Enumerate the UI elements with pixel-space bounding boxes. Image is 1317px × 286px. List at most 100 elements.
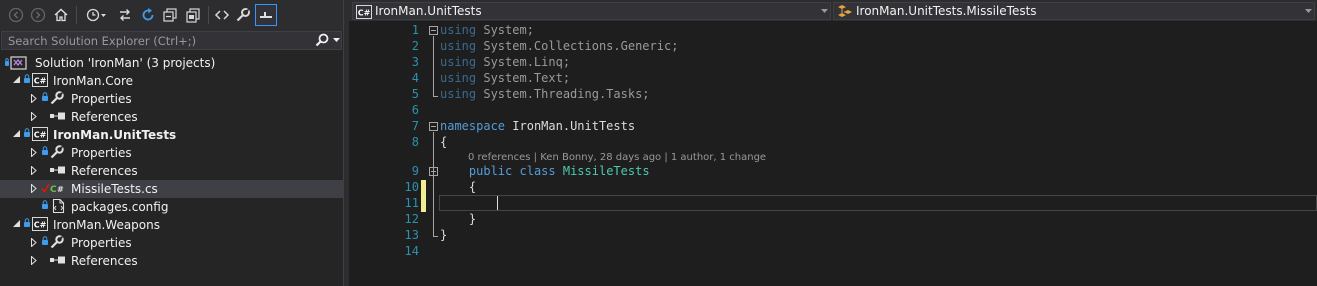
text-caret [497, 196, 498, 210]
project-label: IronMan.Weapons [53, 218, 160, 232]
tree-item-packages-config[interactable]: packages.config [0, 198, 343, 216]
line-number: 8 [411, 135, 419, 149]
back-button[interactable] [7, 4, 25, 26]
collapse-namespace-toggle[interactable] [429, 122, 438, 131]
navigation-bar: C# IronMan.UnitTests IronMan.UnitTests.M… [349, 0, 1317, 21]
line-number: 7 [411, 119, 419, 133]
line-number: 6 [411, 103, 419, 117]
csharp-project-icon: C# [32, 217, 48, 231]
pending-changes-filter-button[interactable] [84, 4, 108, 26]
tree-item-properties[interactable]: Properties [0, 234, 343, 252]
code-line: using System.Text; [440, 71, 570, 85]
svg-text:C#: C# [34, 131, 47, 140]
lock-icon [42, 92, 48, 101]
forward-button[interactable] [29, 4, 47, 26]
collapse-all-icon [163, 8, 177, 22]
sync-with-active-document-button[interactable] [116, 4, 134, 26]
tree-item-project-unittests[interactable]: C# IronMan.UnitTests [0, 126, 343, 144]
codelens-indicator[interactable]: 0 references | Ken Bonny, 28 days ago | … [468, 152, 766, 163]
references-icon [50, 166, 65, 174]
outline-guide-end [433, 96, 438, 97]
code-line: public class MissileTests [440, 164, 650, 178]
line-number: 14 [404, 244, 419, 258]
collapsed-chevron-icon[interactable] [31, 256, 37, 265]
line-number: 9 [411, 164, 419, 178]
tree-item-references[interactable]: References [0, 162, 343, 180]
lock-icon [42, 200, 48, 209]
solution-label: Solution 'IronMan' (3 projects) [35, 56, 216, 70]
collapsed-chevron-icon[interactable] [31, 112, 37, 121]
refresh-button[interactable] [139, 4, 157, 26]
properties-label: Properties [71, 92, 132, 106]
lock-icon [42, 236, 48, 245]
tree-item-references[interactable]: References [0, 108, 343, 126]
tree-item-missiletests-file[interactable]: C # MissileTests.cs [0, 180, 343, 198]
collapsed-chevron-icon[interactable] [31, 94, 37, 103]
unsaved-change-marker [421, 180, 426, 212]
search-input[interactable] [2, 32, 302, 49]
line-number: 5 [411, 87, 419, 101]
references-icon [50, 112, 65, 120]
search-options-dropdown-icon[interactable] [333, 38, 340, 43]
collapsed-chevron-icon[interactable] [31, 184, 37, 193]
keyword: class [519, 164, 556, 178]
show-all-files-button[interactable] [184, 4, 202, 26]
line-number: 4 [411, 71, 419, 85]
home-icon [54, 8, 68, 22]
tree-item-project-core[interactable]: C# IronMan.Core [0, 72, 343, 90]
code-editor: C# IronMan.UnitTests IronMan.UnitTests.M… [349, 0, 1317, 286]
class-name: MissileTests [562, 164, 650, 178]
expanded-chevron-icon[interactable] [13, 130, 20, 137]
expanded-chevron-icon[interactable] [13, 76, 20, 83]
outline-guide-end [433, 236, 438, 237]
config-file-icon [52, 198, 65, 214]
collapse-all-button[interactable] [161, 4, 179, 26]
csharp-file-icon: C # [50, 185, 64, 195]
search-icon[interactable] [315, 33, 329, 47]
view-code-button[interactable] [213, 4, 231, 26]
svg-text:C: C [50, 185, 57, 195]
tree-item-properties[interactable]: Properties [0, 90, 343, 108]
code-line: { [440, 180, 476, 194]
collapsed-chevron-icon[interactable] [31, 238, 37, 247]
class-icon [838, 5, 852, 17]
properties-label: Properties [71, 146, 132, 160]
project-dropdown[interactable]: C# IronMan.UnitTests [352, 2, 831, 20]
using-namespace: System; [483, 23, 534, 37]
references-label: References [71, 164, 138, 178]
home-button[interactable] [52, 4, 70, 26]
solution-icon [5, 56, 27, 70]
tree-item-solution[interactable]: Solution 'IronMan' (3 projects) [0, 54, 343, 72]
code-line: using System.Linq; [440, 55, 570, 69]
collapsed-chevron-icon[interactable] [31, 148, 37, 157]
lock-icon [42, 146, 48, 155]
wrench-icon [50, 91, 64, 105]
keyword: namespace [440, 119, 506, 133]
using-namespace: System.Linq; [483, 55, 571, 69]
solution-explorer-panel: Solution 'IronMan' (3 projects) C# IronM… [0, 0, 343, 286]
tree-item-references[interactable]: References [0, 252, 343, 270]
lock-icon [24, 218, 30, 227]
toolbar-separator [208, 6, 209, 24]
collapse-class-toggle[interactable] [429, 167, 438, 176]
line-number: 3 [411, 55, 419, 69]
code-text-area[interactable]: 1 2 3 4 5 6 7 8 9 10 11 12 13 14 using S… [349, 21, 1317, 286]
refresh-icon [142, 8, 154, 21]
code-line: using System.Threading.Tasks; [440, 87, 650, 101]
tree-item-project-weapons[interactable]: C# IronMan.Weapons [0, 216, 343, 234]
preview-selected-items-button[interactable] [255, 4, 277, 26]
brace: { [440, 135, 448, 149]
expanded-chevron-icon[interactable] [13, 220, 20, 227]
tree-item-properties[interactable]: Properties [0, 144, 343, 162]
line-number: 10 [404, 180, 419, 194]
collapse-usings-toggle[interactable] [429, 26, 438, 35]
collapsed-chevron-icon[interactable] [31, 166, 37, 175]
current-line-highlight [439, 195, 1317, 211]
solution-explorer-search[interactable] [1, 31, 342, 50]
type-dropdown[interactable]: IronMan.UnitTests.MissileTests [833, 2, 1315, 20]
keyword: using [440, 39, 477, 53]
startup-project-label: IronMan.UnitTests [53, 128, 177, 142]
properties-button[interactable] [234, 4, 252, 26]
dropdown-arrow-icon [821, 9, 828, 13]
back-icon [8, 7, 24, 23]
